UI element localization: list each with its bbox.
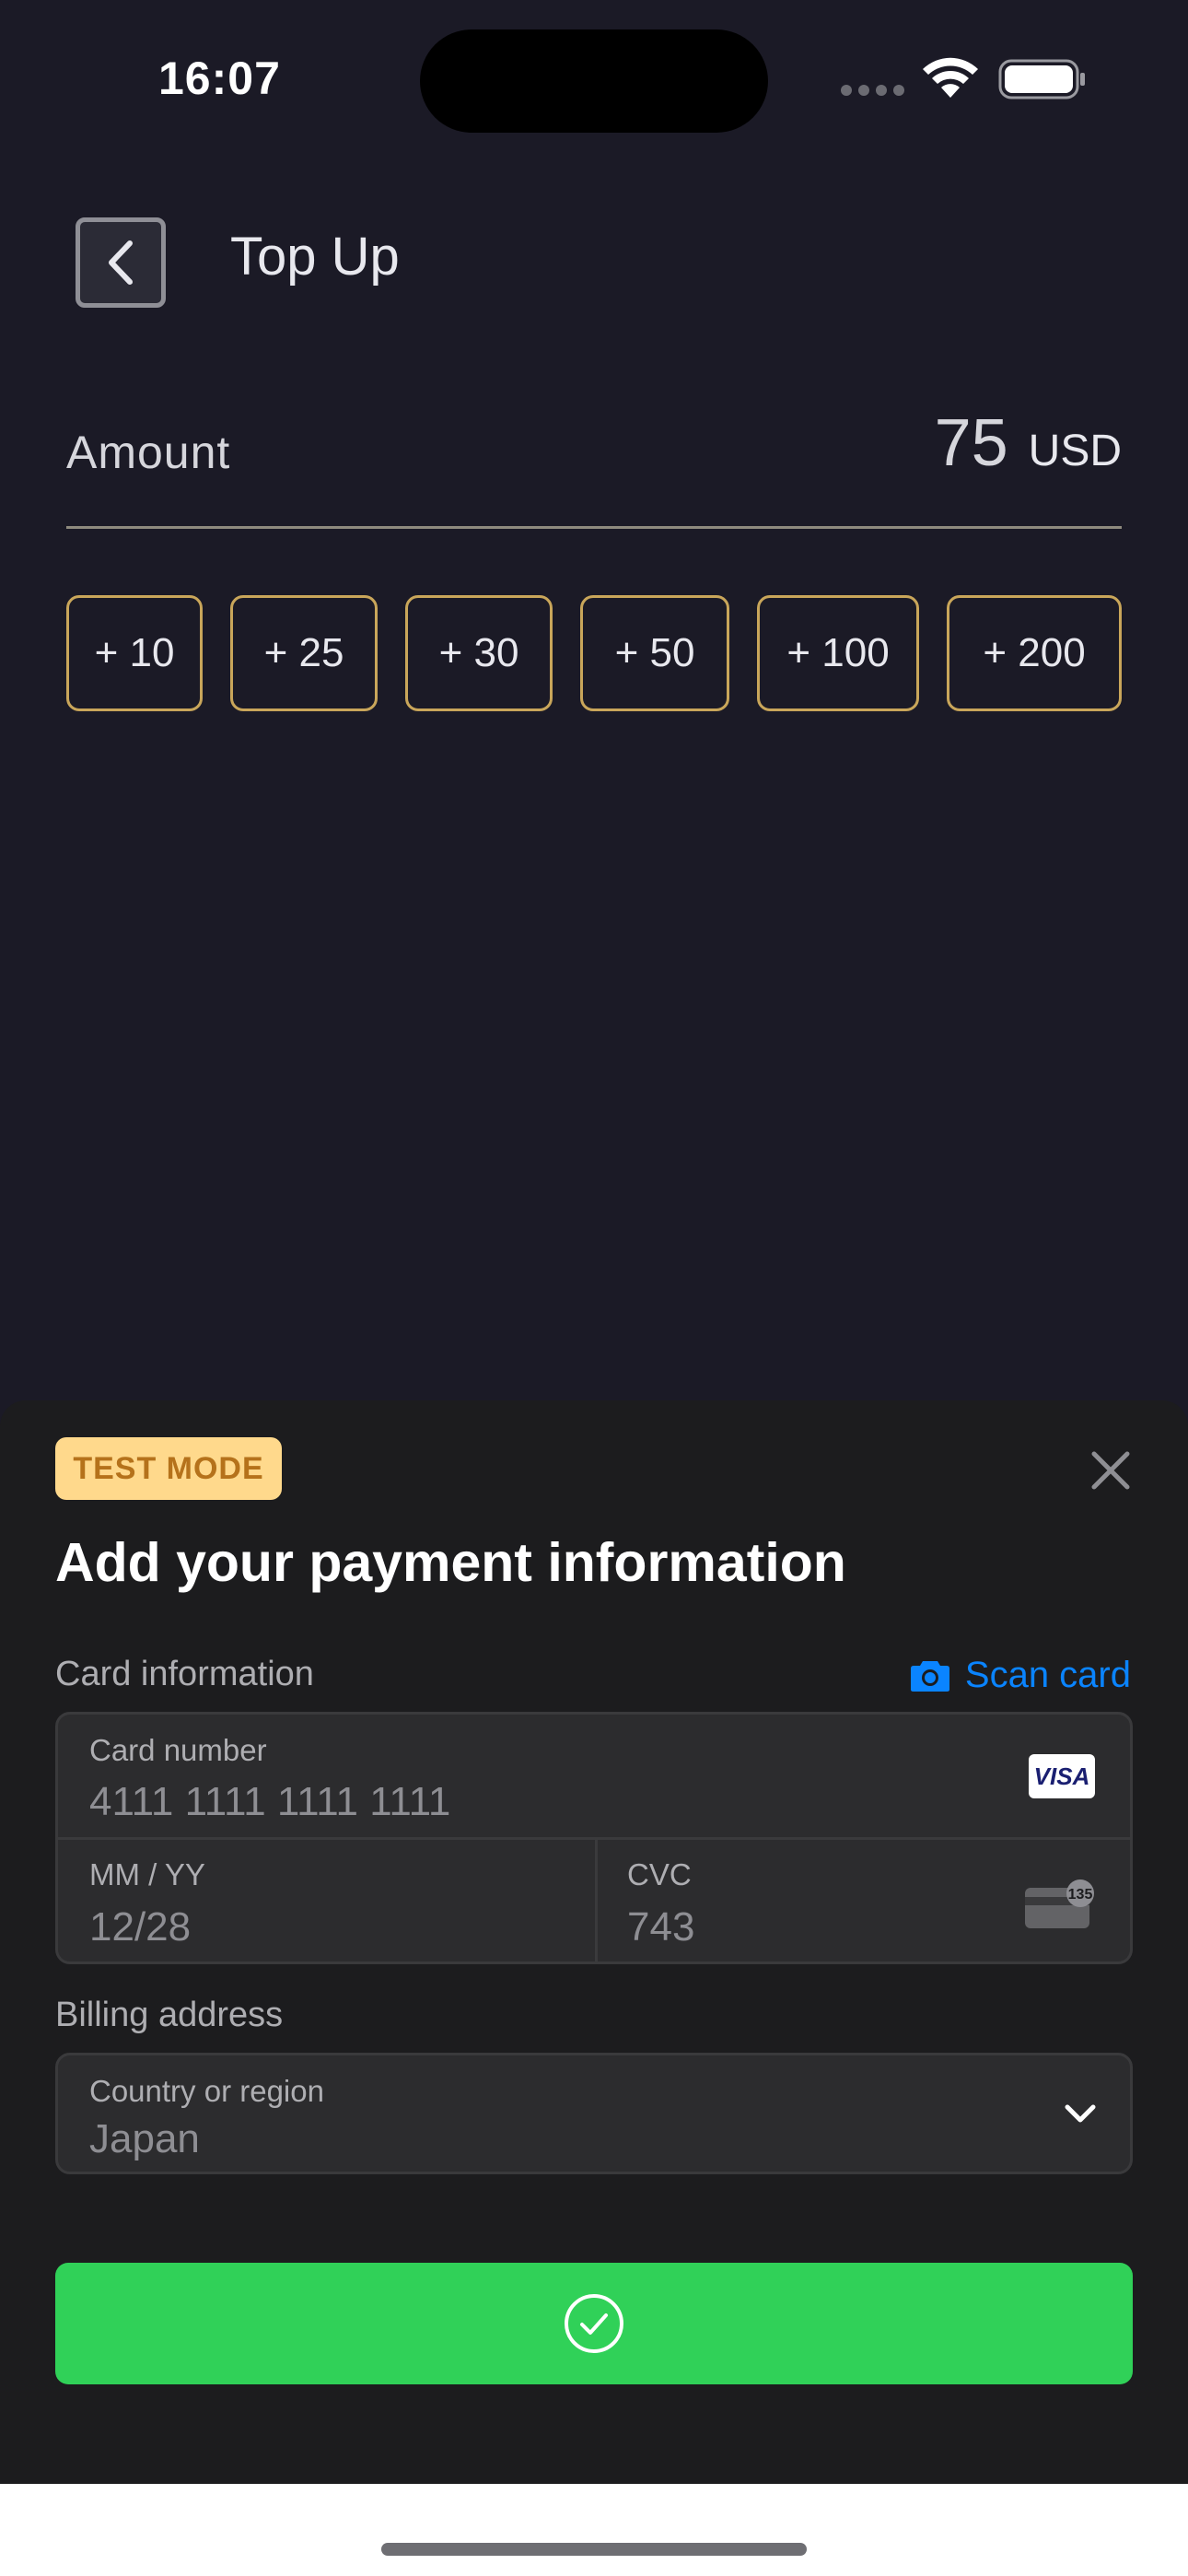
camera-icon xyxy=(910,1660,949,1692)
quick-amount-chip[interactable]: + 25 xyxy=(230,595,378,711)
amount-divider xyxy=(66,526,1122,529)
close-button[interactable] xyxy=(1083,1443,1138,1498)
quick-amount-chip[interactable]: + 30 xyxy=(405,595,553,711)
cvc-field[interactable]: 743 xyxy=(627,1904,694,1950)
quick-amount-chip[interactable]: + 50 xyxy=(580,595,729,711)
checkmark-circle-icon xyxy=(565,2294,623,2353)
cvc-icon-text: 135 xyxy=(1068,1887,1093,1903)
country-select[interactable]: Country or region Japan xyxy=(55,2053,1133,2174)
expiry-label: MM / YY xyxy=(89,1857,205,1891)
card-divider xyxy=(58,1837,1130,1840)
billing-address-label: Billing address xyxy=(55,1996,284,2034)
card-number-label: Card number xyxy=(89,1733,267,1767)
card-number-field[interactable]: 4111 1111 1111 1111 xyxy=(89,1779,450,1825)
status-bar: 16:07 xyxy=(0,0,1188,157)
quick-amount-chip[interactable]: + 100 xyxy=(757,595,919,711)
confirm-payment-button[interactable] xyxy=(55,2263,1133,2384)
quick-amount-chip[interactable]: + 10 xyxy=(66,595,203,711)
country-label: Country or region xyxy=(89,2074,324,2108)
close-icon xyxy=(1091,1451,1130,1490)
back-button[interactable] xyxy=(76,217,166,308)
currency-unit: USD xyxy=(1028,427,1122,475)
amount-label: Amount xyxy=(66,427,231,478)
page-title: Top Up xyxy=(230,227,400,287)
test-mode-badge: TEST MODE xyxy=(55,1437,282,1500)
battery-icon xyxy=(998,59,1085,100)
card-divider-vertical xyxy=(595,1840,598,1961)
status-time: 16:07 xyxy=(158,53,281,104)
dynamic-island xyxy=(420,29,768,133)
card-information-box: Card number 4111 1111 1111 1111 VISA MM … xyxy=(55,1712,1133,1964)
sheet-title: Add your payment information xyxy=(55,1532,846,1593)
scan-card-label: Scan card xyxy=(964,1655,1131,1695)
scan-card-button[interactable]: Scan card xyxy=(910,1655,1131,1696)
chevron-left-icon xyxy=(109,240,133,285)
home-area xyxy=(0,2484,1188,2576)
expiry-field[interactable]: 12/28 xyxy=(89,1904,191,1950)
cellular-signal-icon xyxy=(841,85,905,96)
quick-amount-chip[interactable]: + 200 xyxy=(947,595,1122,711)
cvc-label: CVC xyxy=(627,1857,692,1891)
home-indicator[interactable] xyxy=(381,2543,807,2556)
amount-input[interactable]: 75 USD xyxy=(935,405,1122,481)
country-value: Japan xyxy=(89,2116,200,2161)
wifi-icon xyxy=(923,57,978,98)
cvc-card-icon: 135 xyxy=(1025,1879,1094,1928)
chevron-down-icon xyxy=(1065,2104,1096,2123)
visa-icon: VISA xyxy=(1029,1754,1095,1798)
payment-sheet: TEST MODE Add your payment information C… xyxy=(0,1400,1188,2484)
card-information-label: Card information xyxy=(55,1655,314,1693)
amount-value: 75 xyxy=(934,406,1008,480)
